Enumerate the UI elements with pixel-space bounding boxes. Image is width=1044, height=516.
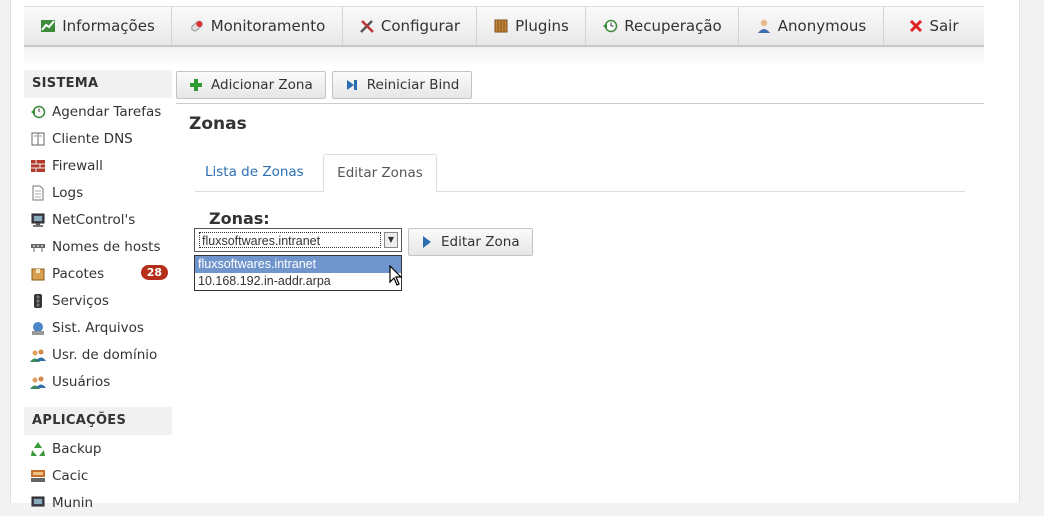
nav-recuperacao[interactable]: Recuperação [586, 7, 739, 45]
computer-icon [30, 468, 46, 484]
page-title: Zonas [189, 114, 247, 134]
nav-anonymous[interactable]: Anonymous [739, 7, 884, 45]
tools-icon [359, 18, 375, 34]
users-icon [30, 347, 46, 363]
skip-forward-icon [345, 78, 359, 92]
sidebar-item-label: NetControl's [52, 211, 136, 228]
sidebar-item-label: Cliente DNS [52, 130, 133, 147]
sidebar-item-netcontrols[interactable]: NetControl's [24, 206, 172, 233]
play-icon [421, 235, 433, 249]
mouse-cursor-icon [389, 265, 403, 287]
restore-icon [602, 18, 618, 34]
nav-label: Monitoramento [210, 17, 326, 35]
nav-label: Recuperação [624, 17, 722, 35]
sidebar-item-label: Sist. Arquivos [52, 319, 144, 336]
zone-option[interactable]: 10.168.192.in-addr.arpa [195, 273, 401, 290]
sidebar-item-cliente-dns[interactable]: Cliente DNS [24, 125, 172, 152]
nav-plugins[interactable]: Plugins [477, 7, 586, 45]
zone-toolbar: Adicionar Zona Reiniciar Bind [176, 71, 473, 99]
book-icon [30, 131, 46, 147]
nav-configurar[interactable]: Configurar [343, 7, 477, 45]
tab-bar: Lista de Zonas Editar Zonas [195, 154, 965, 193]
nav-shadow [24, 47, 984, 67]
sidebar-item-sist-arquivos[interactable]: Sist. Arquivos [24, 314, 172, 341]
add-zone-label: Adicionar Zona [211, 77, 313, 93]
divider [176, 103, 984, 104]
nav-monitoramento[interactable]: Monitoramento [172, 7, 343, 45]
plus-icon [189, 78, 203, 92]
sidebar-item-agendar-tarefas[interactable]: Agendar Tarefas [24, 98, 172, 125]
restart-bind-button[interactable]: Reiniciar Bind [331, 71, 473, 99]
pill-icon [189, 18, 205, 34]
add-zone-button[interactable]: Adicionar Zona [176, 71, 326, 99]
sidebar-item-label: Agendar Tarefas [52, 103, 162, 120]
users-icon [30, 374, 46, 390]
nav-label: Anonymous [777, 17, 867, 35]
close-icon [909, 19, 923, 33]
sidebar-item-label: Nomes de hosts [52, 238, 161, 255]
sidebar-item-usuarios[interactable]: Usuários [24, 368, 172, 395]
sidebar-section-title: APLICAÇÕES [24, 407, 172, 435]
sidebar-section-title: SISTEMA [24, 70, 172, 98]
zone-dropdown-list: fluxsoftwares.intranet 10.168.192.in-add… [194, 255, 402, 291]
traffic-light-icon [30, 293, 46, 309]
box-icon [30, 266, 46, 282]
sidebar-item-logs[interactable]: Logs [24, 179, 172, 206]
tab-editar-zonas[interactable]: Editar Zonas [323, 154, 437, 193]
package-icon [493, 18, 509, 34]
zones-field-label: Zonas: [209, 209, 270, 228]
restart-bind-label: Reiniciar Bind [366, 77, 460, 93]
sidebar-item-label: Usuários [52, 373, 111, 390]
edit-zone-button[interactable]: Editar Zona [408, 228, 533, 256]
chevron-down-icon[interactable]: ▼ [384, 232, 398, 248]
nav-label: Configurar [380, 17, 461, 35]
sidebar-item-label: Serviços [52, 292, 109, 309]
sidebar-item-backup[interactable]: Backup [24, 435, 172, 462]
zone-option[interactable]: fluxsoftwares.intranet [195, 256, 401, 273]
packages-count-badge: 28 [140, 265, 168, 280]
sidebar-item-firewall[interactable]: Firewall [24, 152, 172, 179]
tab-lista-de-zonas[interactable]: Lista de Zonas [205, 154, 317, 191]
document-icon [30, 185, 46, 201]
nav-label: Informações [62, 17, 155, 35]
sidebar-item-servicos[interactable]: Serviços [24, 287, 172, 314]
sidebar-item-label: Cacic [52, 467, 89, 484]
drive-icon [30, 320, 46, 336]
nav-label: Sair [929, 17, 959, 35]
zone-select[interactable]: fluxsoftwares.intranet ▼ [194, 228, 402, 252]
edit-zone-label: Editar Zona [441, 234, 520, 250]
recycle-icon [30, 441, 46, 457]
sidebar: SISTEMA Agendar Tarefas Cliente DNS Fire… [24, 70, 172, 516]
nav-sair[interactable]: Sair [884, 7, 984, 45]
brick-wall-icon [30, 158, 46, 174]
sidebar-item-pacotes[interactable]: Pacotes 28 [24, 260, 172, 287]
top-nav: Informações Monitoramento Configurar Plu… [24, 6, 984, 48]
sidebar-item-cacic[interactable]: Cacic [24, 462, 172, 489]
nav-informacoes[interactable]: Informações [24, 7, 172, 45]
nav-label: Plugins [515, 17, 569, 35]
zone-select-value: fluxsoftwares.intranet [199, 232, 381, 248]
clock-arrow-icon [30, 104, 46, 120]
chart-icon [40, 18, 56, 34]
sidebar-item-label: Pacotes [52, 265, 105, 282]
sidebar-item-label: Usr. de domínio [52, 346, 158, 363]
sidebar-item-usr-de-dominio[interactable]: Usr. de domínio [24, 341, 172, 368]
sidebar-item-label: Logs [52, 184, 84, 201]
network-icon [30, 239, 46, 255]
sidebar-item-label: Backup [52, 440, 102, 457]
sidebar-item-label: Firewall [52, 157, 103, 174]
sidebar-item-nomes-de-hosts[interactable]: Nomes de hosts [24, 233, 172, 260]
user-icon [756, 18, 772, 34]
monitor-icon [30, 212, 46, 228]
